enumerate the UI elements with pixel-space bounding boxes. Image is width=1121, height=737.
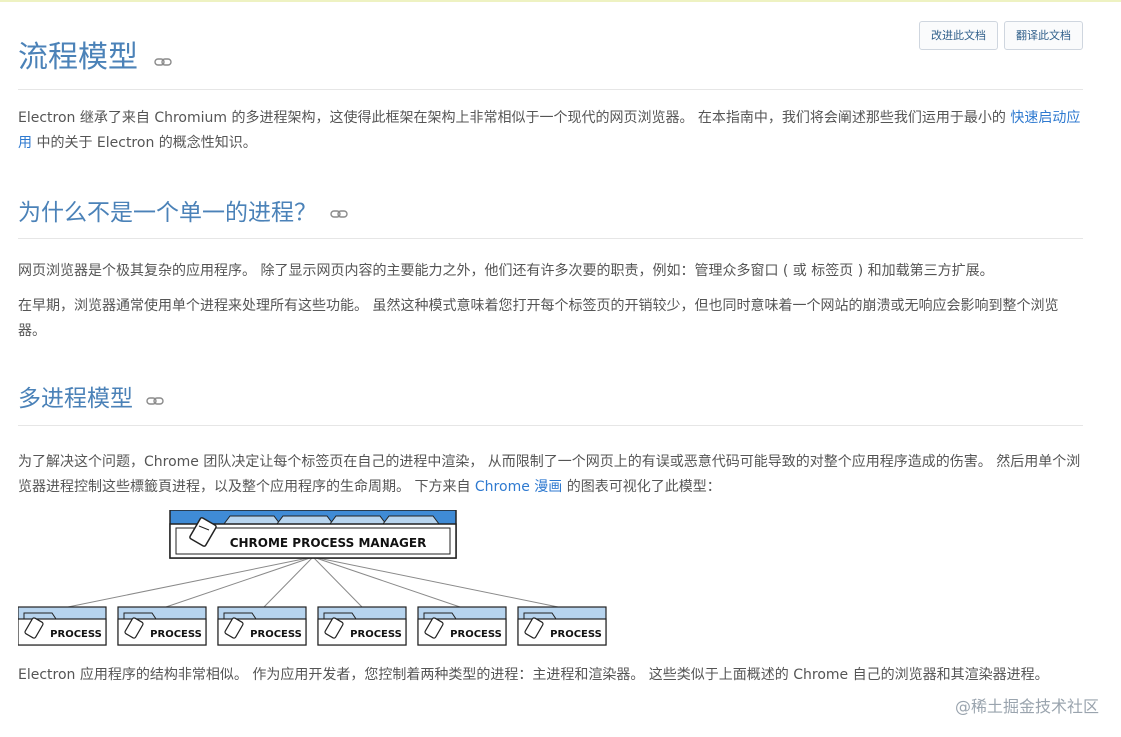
- process-box: PROCESS: [17, 605, 107, 646]
- page-title-text: 流程模型: [18, 40, 138, 75]
- section-heading-single-process: 为什么不是一个单一的进程？: [18, 196, 1083, 239]
- process-label: PROCESS: [450, 629, 502, 640]
- diagram-connectors: [62, 556, 564, 608]
- process-box: PROCESS: [217, 605, 307, 646]
- process-diagram-svg: CHROME PROCESS MANAGER PROCESS PROCESS P…: [17, 508, 607, 646]
- doc-content: 流程模型 Electron 继承了来自 Chromium 的多进程架构，这使得此…: [17, 38, 1083, 688]
- section1-paragraph-1: 网页浏览器是个极其复杂的应用程序。 除了显示网页内容的主要能力之外，他们还有许多…: [18, 263, 994, 279]
- section1-paragraph-2: 在早期，浏览器通常使用单个进程来处理所有这些功能。 虽然这种模式意味着您打开每个…: [18, 298, 1059, 339]
- process-box: PROCESS: [517, 605, 607, 646]
- process-box: PROCESS: [417, 605, 507, 646]
- link-icon[interactable]: [153, 39, 172, 79]
- process-label: PROCESS: [550, 629, 602, 640]
- section1-heading-text: 为什么不是一个单一的进程？: [18, 199, 317, 226]
- link-icon[interactable]: [330, 196, 349, 230]
- link-icon[interactable]: [146, 383, 165, 417]
- process-diagram: CHROME PROCESS MANAGER PROCESS PROCESS P…: [17, 508, 618, 655]
- chrome-comic-link[interactable]: Chrome 漫画: [475, 479, 562, 495]
- process-label: PROCESS: [350, 629, 402, 640]
- top-accent-bar: [0, 0, 1121, 2]
- section2-paragraph-2: Electron 应用程序的结构非常相似。 作为应用开发者，您控制着两种类型的进…: [18, 666, 1049, 683]
- process-box: PROCESS: [317, 605, 407, 646]
- manager-label: CHROME PROCESS MANAGER: [230, 536, 427, 550]
- intro-text-1: Electron 继承了来自 Chromium 的多进程架构，这使得此框架在架构…: [18, 109, 1011, 126]
- intro-paragraph: Electron 继承了来自 Chromium 的多进程架构，这使得此框架在架构…: [18, 106, 1083, 156]
- process-label: PROCESS: [250, 629, 302, 640]
- section2-text-2: 的图表可视化了此模型：: [562, 478, 721, 495]
- intro-text-2: 中的关于 Electron 的概念性知识。: [32, 134, 257, 151]
- page-title: 流程模型: [18, 38, 1083, 90]
- process-label: PROCESS: [150, 629, 202, 640]
- section-heading-multi-process: 多进程模型: [18, 382, 1083, 426]
- process-box: PROCESS: [117, 605, 207, 646]
- process-label: PROCESS: [50, 629, 102, 640]
- watermark: @稀土掘金技术社区: [954, 697, 1099, 716]
- section2-paragraph-1: 为了解决这个问题，Chrome 团队决定让每个标签页在自己的进程中渲染， 从而限…: [18, 450, 1083, 500]
- section2-heading-text: 多进程模型: [18, 386, 133, 412]
- chrome-process-manager-box: CHROME PROCESS MANAGER: [169, 508, 457, 559]
